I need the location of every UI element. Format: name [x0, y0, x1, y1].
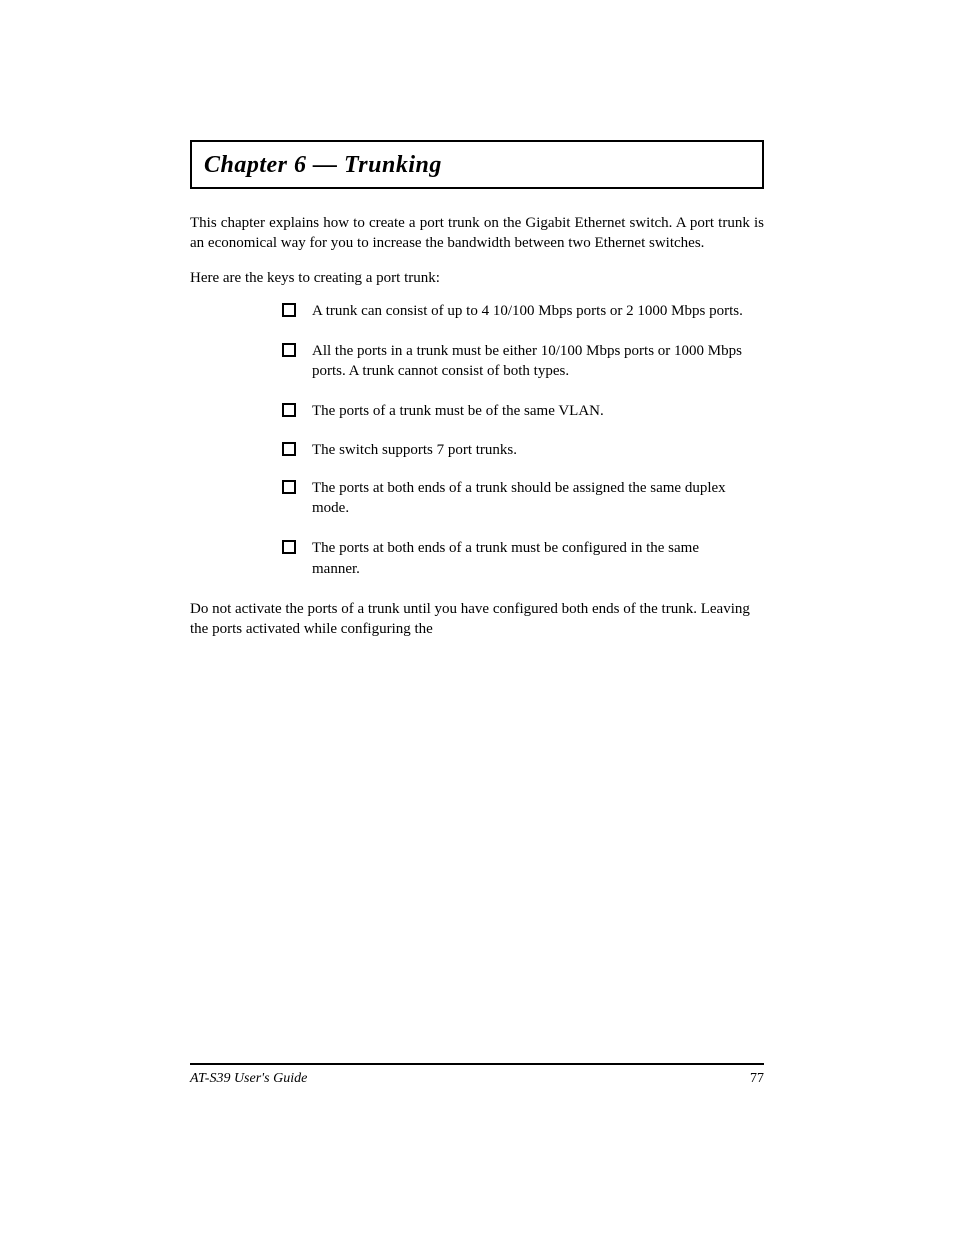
page-number: 77: [750, 1071, 764, 1087]
list-item: The ports at both ends of a trunk must b…: [282, 538, 744, 579]
list-item-text: The ports at both ends of a trunk must b…: [312, 538, 744, 579]
list-item-text: The switch supports 7 port trunks.: [312, 440, 744, 460]
list-item-text: The ports of a trunk must be of the same…: [312, 401, 744, 421]
intro-paragraph: This chapter explains how to create a po…: [190, 213, 764, 254]
list-item: The ports of a trunk must be of the same…: [282, 401, 744, 421]
list-item: All the ports in a trunk must be either …: [282, 341, 744, 382]
checkbox-bullet-icon: [282, 403, 296, 417]
chapter-box: Chapter 6 — Trunking: [190, 140, 764, 189]
list-item-text: All the ports in a trunk must be either …: [312, 341, 744, 382]
list-item: A trunk can consist of up to 4 10/100 Mb…: [282, 301, 744, 321]
checkbox-bullet-icon: [282, 480, 296, 494]
list-item-text: The ports at both ends of a trunk should…: [312, 478, 744, 519]
footer-doc-title: AT-S39 User's Guide: [190, 1071, 307, 1087]
footer-rule: [190, 1063, 764, 1065]
chapter-title: Chapter 6 — Trunking: [204, 152, 750, 179]
list-item: The switch supports 7 port trunks.: [282, 440, 744, 460]
checkbox-bullet-icon: [282, 303, 296, 317]
lead-in-paragraph: Do not activate the ports of a trunk unt…: [190, 599, 764, 640]
bullet-list: A trunk can consist of up to 4 10/100 Mb…: [282, 301, 744, 579]
list-item: The ports at both ends of a trunk should…: [282, 478, 744, 519]
list-item-text: A trunk can consist of up to 4 10/100 Mb…: [312, 301, 744, 321]
keys-intro: Here are the keys to creating a port tru…: [190, 270, 764, 287]
checkbox-bullet-icon: [282, 540, 296, 554]
checkbox-bullet-icon: [282, 442, 296, 456]
checkbox-bullet-icon: [282, 343, 296, 357]
